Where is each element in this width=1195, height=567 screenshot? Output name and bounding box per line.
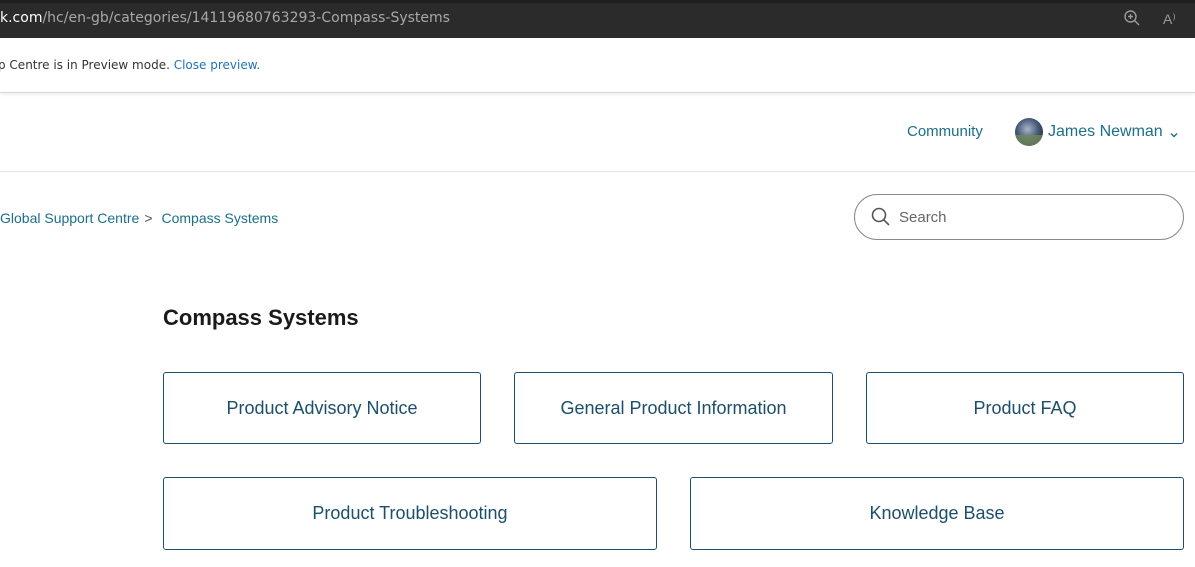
browser-address-bar: k.com/hc/en-gb/categories/14119680763293… [0, 0, 1195, 38]
section-card-product-troubleshooting[interactable]: Product Troubleshooting [163, 477, 657, 550]
breadcrumb: Global Support Centre > Compass Systems [0, 210, 278, 226]
search-box[interactable] [854, 194, 1184, 240]
zoom-icon[interactable] [1123, 9, 1143, 29]
section-card-label: Knowledge Base [869, 503, 1005, 523]
url-path: /hc/en-gb/categories/14119680763293-Comp… [42, 10, 450, 26]
preview-mode-banner: p Centre is in Preview mode. Close previ… [0, 38, 1195, 93]
section-card-label: Product Troubleshooting [312, 503, 508, 523]
chevron-down-icon [1169, 127, 1179, 138]
page-title: Compass Systems [163, 305, 359, 330]
preview-message: p Centre is in Preview mode. Close previ… [0, 58, 260, 72]
breadcrumb-item-global-support-centre[interactable]: Global Support Centre [0, 210, 139, 226]
preview-text: p Centre is in Preview mode. [0, 58, 174, 72]
section-card-label: General Product Information [560, 397, 787, 418]
search-input[interactable] [899, 205, 1169, 229]
site-header: Community James Newman [0, 94, 1195, 172]
section-card-general-product-information[interactable]: General Product Information [514, 372, 833, 444]
avatar [1015, 118, 1043, 146]
section-card-knowledge-base[interactable]: Knowledge Base [690, 477, 1184, 550]
user-name: James Newman [1048, 123, 1163, 140]
browser-tab-strip [0, 0, 1195, 3]
close-preview-link[interactable]: Close preview. [174, 58, 261, 72]
breadcrumb-separator: > [144, 210, 153, 226]
user-menu[interactable]: James Newman [1015, 117, 1179, 147]
section-card-label: Product Advisory Notice [226, 397, 418, 418]
section-card-product-advisory-notice[interactable]: Product Advisory Notice [163, 372, 481, 444]
address-url[interactable]: k.com/hc/en-gb/categories/14119680763293… [0, 10, 450, 26]
url-host: k.com [0, 10, 43, 26]
read-aloud-icon[interactable]: A⁾ [1163, 9, 1183, 29]
section-card-label: Product FAQ [973, 397, 1077, 418]
search-icon [871, 207, 891, 227]
community-link[interactable]: Community [907, 123, 983, 140]
section-card-product-faq[interactable]: Product FAQ [866, 372, 1184, 444]
breadcrumb-item-compass-systems[interactable]: Compass Systems [162, 210, 279, 226]
